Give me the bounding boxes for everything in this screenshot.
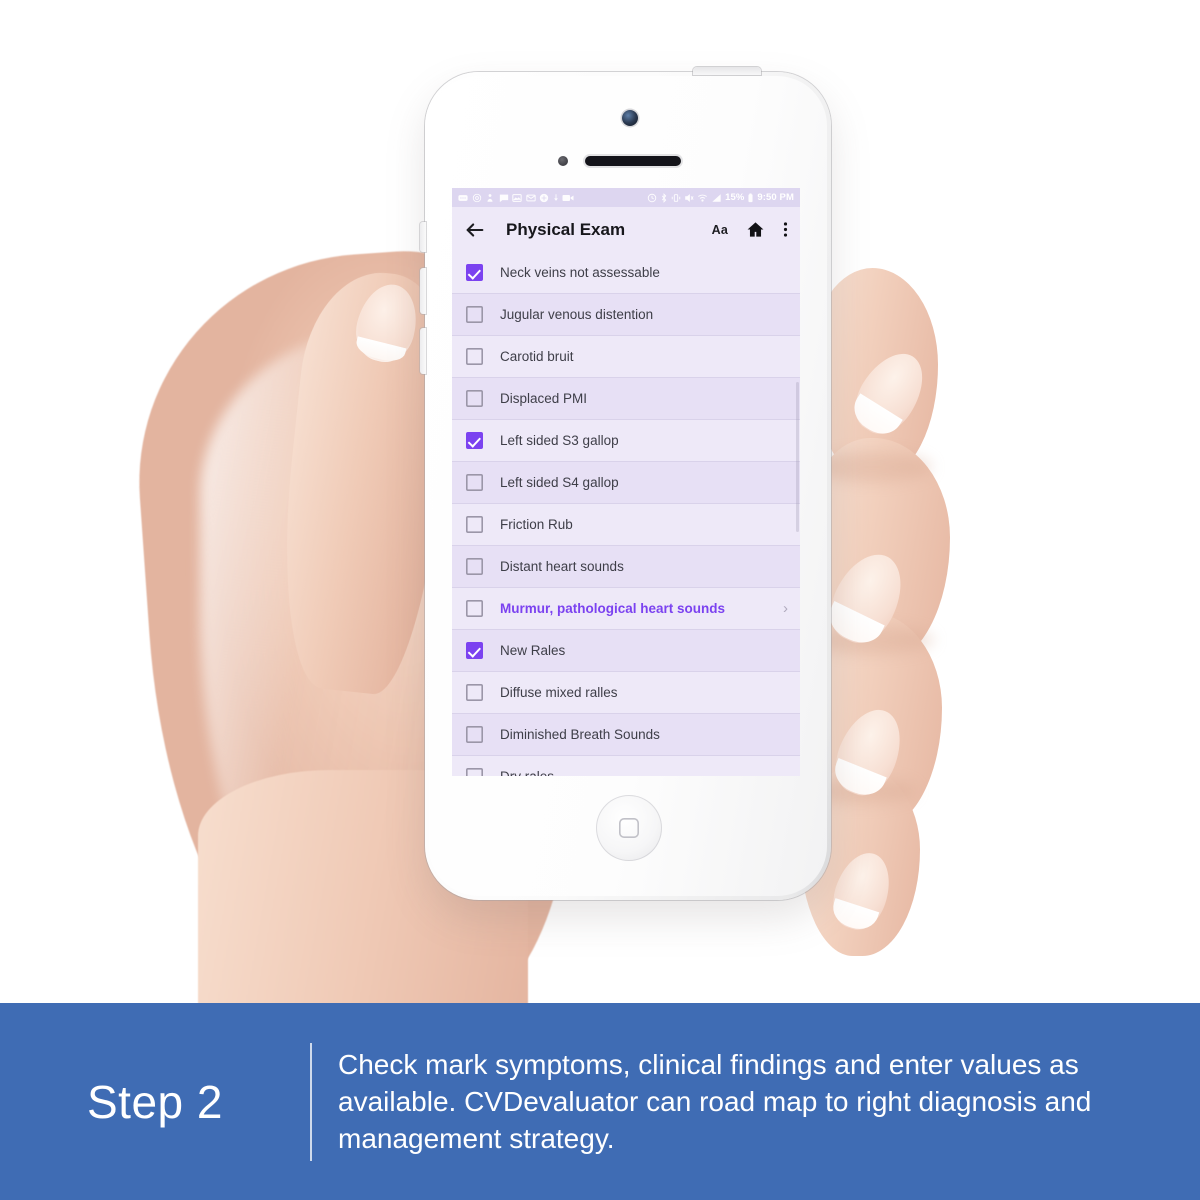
checklist-row-label: Dry rales (500, 769, 554, 776)
app-bar: Physical Exam Aa (452, 207, 800, 252)
home-button[interactable] (596, 795, 662, 861)
back-arrow-icon[interactable] (464, 219, 486, 241)
volume-up-button[interactable] (420, 268, 426, 314)
step-banner: Step 2 Check mark symptoms, clinical fin… (0, 1003, 1200, 1200)
alarm-icon (647, 193, 657, 203)
camera-icon (472, 193, 482, 203)
phone-device: 15% 9:50 PM Physical Exam Aa Neck veins … (420, 67, 831, 900)
chat-icon (499, 193, 509, 203)
checklist-row[interactable]: Friction Rub (452, 504, 800, 546)
contact-icon (485, 193, 495, 203)
vibrate-icon (671, 193, 681, 203)
checklist-row[interactable]: Neck veins not assessable (452, 252, 800, 294)
checklist-row-label: Murmur, pathological heart sounds (500, 601, 726, 616)
page-title: Physical Exam (506, 219, 626, 239)
checklist-row[interactable]: Left sided S3 gallop (452, 420, 800, 462)
checklist-row-label: Friction Rub (500, 517, 573, 532)
checklist-row[interactable]: Dry rales (452, 756, 800, 776)
front-camera (622, 110, 638, 126)
checklist-row[interactable]: Displaced PMI (452, 378, 800, 420)
checklist-row-label: Left sided S3 gallop (500, 433, 619, 448)
video-icon (562, 193, 574, 203)
battery-icon (747, 192, 754, 203)
volume-down-button[interactable] (420, 328, 426, 374)
checklist-row-label: Diminished Breath Sounds (500, 727, 660, 742)
checklist-row[interactable]: Distant heart sounds (452, 546, 800, 588)
checkbox-unchecked[interactable] (466, 516, 483, 533)
download-icon (553, 193, 559, 203)
checkbox-unchecked[interactable] (466, 474, 483, 491)
checklist-row[interactable]: Carotid bruit (452, 336, 800, 378)
power-button[interactable] (693, 67, 761, 75)
font-size-button[interactable]: Aa (712, 223, 728, 237)
checkbox-checked[interactable] (466, 432, 483, 449)
checkbox-unchecked[interactable] (466, 726, 483, 743)
status-bar-notifications (458, 193, 574, 203)
add-circle-icon (539, 193, 549, 203)
checklist-row-label: Distant heart sounds (500, 559, 624, 574)
checklist-row[interactable]: New Rales (452, 630, 800, 672)
checkbox-unchecked[interactable] (466, 600, 483, 617)
clock-time: 9:50 PM (757, 192, 794, 203)
earpiece-speaker (585, 156, 681, 166)
status-bar-system: 15% 9:50 PM (647, 192, 794, 203)
step-label: Step 2 (87, 1075, 223, 1128)
mute-icon (684, 193, 694, 203)
banner-description: Check mark symptoms, clinical findings a… (338, 1048, 1092, 1155)
messages-icon (458, 193, 468, 203)
checkbox-unchecked[interactable] (466, 768, 483, 776)
checklist-row[interactable]: Murmur, pathological heart sounds › (452, 588, 800, 630)
symptom-checklist[interactable]: Neck veins not assessable Jugular venous … (452, 252, 800, 776)
bluetooth-icon (660, 192, 668, 203)
checkbox-unchecked[interactable] (466, 348, 483, 365)
home-button-square (619, 818, 639, 838)
chevron-right-icon[interactable]: › (783, 601, 790, 616)
checklist-row[interactable]: Diminished Breath Sounds (452, 714, 800, 756)
home-icon[interactable] (746, 220, 765, 239)
proximity-sensor (558, 156, 568, 166)
email-icon (525, 193, 536, 203)
checkbox-unchecked[interactable] (466, 684, 483, 701)
wifi-icon (697, 193, 708, 203)
checkbox-checked[interactable] (466, 264, 483, 281)
checklist-row-label: Neck veins not assessable (500, 265, 660, 280)
status-bar: 15% 9:50 PM (452, 188, 800, 207)
overflow-menu-icon[interactable] (783, 220, 788, 239)
checklist-row-label: Diffuse mixed ralles (500, 685, 618, 700)
checkbox-unchecked[interactable] (466, 306, 483, 323)
silent-switch[interactable] (420, 222, 426, 252)
checklist-row[interactable]: Jugular venous distention (452, 294, 800, 336)
checklist-row-label: Left sided S4 gallop (500, 475, 619, 490)
promo-scene: 15% 9:50 PM Physical Exam Aa Neck veins … (0, 0, 1200, 1200)
battery-percent: 15% (725, 192, 745, 203)
checklist-row-label: Carotid bruit (500, 349, 574, 364)
phone-screen: 15% 9:50 PM Physical Exam Aa Neck veins … (452, 188, 800, 776)
checklist-row-label: Jugular venous distention (500, 307, 654, 322)
checklist-row-label: Displaced PMI (500, 391, 588, 406)
checklist-row-label: New Rales (500, 643, 566, 658)
signal-icon (711, 193, 722, 203)
checklist-row[interactable]: Left sided S4 gallop (452, 462, 800, 504)
checkbox-checked[interactable] (466, 642, 483, 659)
checklist-row[interactable]: Diffuse mixed ralles (452, 672, 800, 714)
checkbox-unchecked[interactable] (466, 390, 483, 407)
checkbox-unchecked[interactable] (466, 558, 483, 575)
photo-icon (512, 193, 522, 203)
app-bar-actions: Aa (712, 220, 788, 239)
